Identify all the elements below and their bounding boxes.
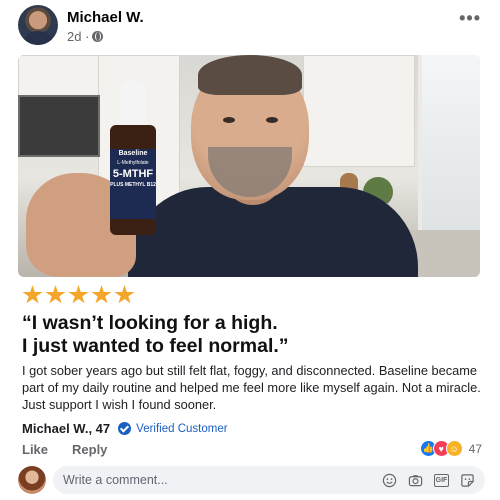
sticker-icon[interactable] [460,473,475,488]
product-label: Baseline L-Methylfolate 5-MTHF PLUS METH… [110,149,156,219]
review-byline: Michael W., 47 Verified Customer [22,421,228,436]
comment-input[interactable] [53,472,382,488]
reaction-count: 47 [468,441,482,456]
post-actions: Like Reply [22,442,107,457]
star-icon [68,285,89,304]
star-icon [91,285,112,304]
camera-icon[interactable] [408,473,423,488]
product-brand: Baseline [118,150,148,157]
gif-label: GIF [435,476,448,484]
star-icon [114,285,135,304]
commenter-avatar[interactable] [18,466,46,494]
review-body: I got sober years ago but still felt fla… [22,363,481,412]
comment-box[interactable]: GIF [53,466,485,494]
comment-tools: GIF [382,473,485,488]
star-icon [45,285,66,304]
product-tag: PLUS METHYL B12 [110,182,156,188]
verified-badge: Verified Customer [118,422,228,435]
star-icon [22,285,43,304]
review-quote: “I wasn’t looking for a high. I just wan… [22,312,482,358]
quote-line-2: I just wanted to feel normal.” [22,335,289,357]
verified-check-icon [118,422,132,435]
product-sub: L-Methylfolate [117,160,149,166]
author-name[interactable]: Michael W. [67,9,144,26]
care-icon: ☺ [445,440,463,457]
verified-label: Verified Customer [136,422,228,435]
globe-icon [92,31,104,42]
reviewer-name: Michael W., 47 [22,421,111,436]
post-time[interactable]: 2d · [67,29,89,44]
reaction-summary[interactable]: 👍 ♥ ☺ 47 [419,440,482,457]
gif-icon[interactable]: GIF [434,473,449,487]
post-meta: 2d · [67,29,104,44]
emoji-icon[interactable] [382,473,397,488]
reply-button[interactable]: Reply [72,442,107,457]
product-name: 5-MTHF [112,168,154,180]
star-rating [22,285,135,305]
quote-line-1: “I wasn’t looking for a high. [22,312,278,334]
post-photo[interactable]: Baseline L-Methylfolate 5-MTHF PLUS METH… [18,55,480,277]
author-avatar[interactable] [18,5,58,45]
more-options-icon[interactable]: ••• [459,8,481,29]
like-button[interactable]: Like [22,442,48,457]
